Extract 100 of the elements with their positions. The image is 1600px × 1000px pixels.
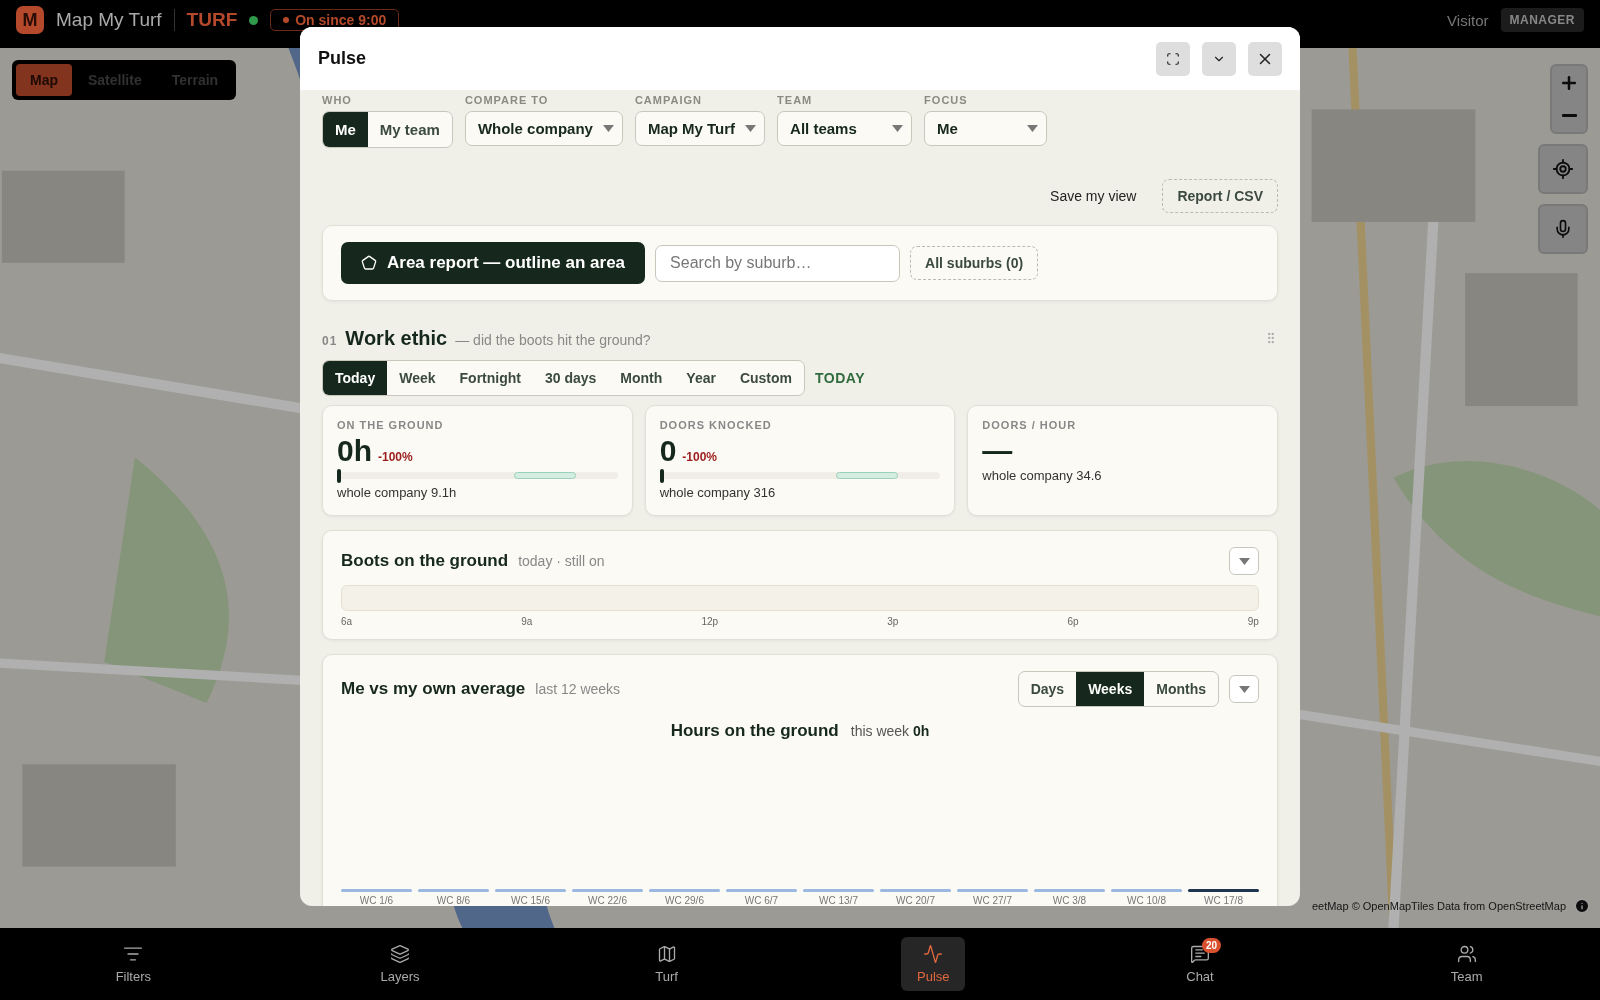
filter-select[interactable]: Me <box>924 111 1048 146</box>
save-view-link[interactable]: Save my view <box>1044 187 1143 205</box>
chart-note: this week 0h <box>850 723 930 739</box>
microphone-icon <box>1553 219 1573 239</box>
period-tab[interactable]: Days <box>1018 672 1077 706</box>
nav-tab[interactable]: 20 Chat <box>1168 937 1232 991</box>
week-label: WC 15/6 <box>510 895 551 906</box>
pentagon-icon <box>361 255 377 271</box>
time-tick: 6a <box>341 616 353 627</box>
range-tab[interactable]: Year <box>674 361 728 395</box>
filter-label: CAMPAIGN <box>634 94 703 106</box>
range-tab[interactable]: Today <box>323 361 388 395</box>
stat-value: 0 <box>659 434 677 468</box>
card-title: Boots on the ground <box>341 551 509 571</box>
dropdown-button[interactable] <box>1229 675 1259 703</box>
time-tick: 9a <box>521 616 533 627</box>
pulse-icon <box>923 944 944 964</box>
week-label: WC 10/8 <box>1126 895 1167 906</box>
layers-icon <box>390 944 410 964</box>
section-number: 01 <box>322 334 338 348</box>
stat-comparison: whole company 34.6 <box>982 468 1103 483</box>
week-label: WC 1/6 <box>358 895 395 906</box>
caret-icon <box>892 125 904 132</box>
who-option[interactable]: Me <box>323 112 368 147</box>
stat-comparison: whole company 9.1h <box>337 485 458 500</box>
dialog-title: Pulse <box>318 48 368 69</box>
time-tick: 6p <box>1067 616 1079 627</box>
map-icon <box>656 944 677 964</box>
who-option[interactable]: My team <box>367 112 452 147</box>
report-button[interactable]: Report / CSV <box>1162 179 1278 213</box>
dropdown-button[interactable] <box>1229 547 1259 575</box>
nav-tab[interactable]: Filters <box>101 937 166 991</box>
filter-label: COMPARE TO <box>464 94 550 106</box>
nav-tab[interactable]: Layers <box>368 937 432 991</box>
people-icon <box>1456 944 1477 964</box>
fullscreen-icon <box>1166 51 1180 66</box>
time-tick: 3p <box>887 616 899 627</box>
filter-select[interactable]: Whole company <box>464 111 623 146</box>
range-tab[interactable]: Month <box>608 361 675 395</box>
week-label: WC 27/7 <box>972 895 1013 906</box>
time-tick: 12p <box>701 616 719 627</box>
role-badge: MANAGER <box>1500 8 1584 32</box>
mode-label: TURF <box>186 9 238 31</box>
stat-label: DOORS / HOUR <box>982 419 1078 431</box>
period-tab[interactable]: Weeks <box>1076 672 1145 706</box>
week-label: WC 20/7 <box>895 895 936 906</box>
stat-label: ON THE GROUND <box>337 419 445 431</box>
week-label: WC 13/7 <box>818 895 859 906</box>
caret-icon <box>1238 557 1250 565</box>
stat-label: DOORS KNOCKED <box>659 419 773 431</box>
section-subtitle: — did the boots hit the ground? <box>455 332 652 348</box>
company-range-band <box>513 472 576 479</box>
count-badge: 20 <box>1202 938 1222 953</box>
close-button[interactable] <box>1248 41 1282 76</box>
range-tab[interactable]: Fortnight <box>447 361 533 395</box>
nav-tab[interactable]: Turf <box>634 937 699 991</box>
crosshair-icon <box>1552 158 1574 180</box>
nav-tab[interactable]: Pulse <box>901 937 966 991</box>
stat-change: -100% <box>378 450 413 464</box>
filter-select[interactable]: Map My Turf <box>634 111 766 146</box>
time-tick: 9p <box>1247 616 1259 627</box>
map-attribution: eetMap © OpenMapTiles Data from OpenStreetMap <box>1311 900 1566 912</box>
company-range-band <box>836 472 899 479</box>
week-label: WC 3/8 <box>1051 895 1088 906</box>
filter-label: FOCUS <box>924 94 969 106</box>
app-name: Map My Turf <box>56 9 175 31</box>
week-label: WC 29/6 <box>664 895 705 906</box>
caret-icon <box>745 125 757 132</box>
stat-value: — <box>982 434 1013 468</box>
suburbs-button[interactable]: All suburbs (0) <box>910 246 1039 280</box>
stat-value: 0h <box>337 434 372 468</box>
card-title: Me vs my own average <box>341 679 526 699</box>
stat-change: -100% <box>682 450 718 464</box>
caret-icon <box>1238 685 1250 693</box>
filter-label: WHO <box>322 94 353 106</box>
week-label: WC 22/6 <box>587 895 628 906</box>
suburb-search-field[interactable]: Search by suburb… <box>655 244 901 282</box>
app-logo: M <box>16 6 44 34</box>
range-tab[interactable]: 30 days <box>532 361 609 395</box>
nav-tab[interactable]: Team <box>1434 937 1499 991</box>
user-name: Visitor <box>1447 11 1489 29</box>
week-label: WC 17/8 <box>1203 895 1244 906</box>
card-subtitle: today · still on <box>518 553 606 569</box>
filter-label: TEAM <box>777 94 814 106</box>
fullscreen-button[interactable] <box>1156 41 1190 76</box>
range-tab[interactable]: Custom <box>727 361 805 395</box>
section-title: Work ethic <box>345 327 448 350</box>
stat-comparison: whole company 316 <box>659 485 777 500</box>
week-label: WC 8/6 <box>435 895 472 906</box>
range-label: TODAY <box>815 370 865 386</box>
caret-icon <box>602 125 614 132</box>
minus-icon <box>1561 114 1577 117</box>
range-tab[interactable]: Week <box>387 361 448 395</box>
caret-icon <box>1027 125 1039 132</box>
filter-select[interactable]: All teams <box>777 111 913 146</box>
card-subtitle: last 12 weeks <box>535 681 622 697</box>
period-tab[interactable]: Months <box>1144 672 1218 706</box>
area-report-button[interactable]: Area report — outline an area <box>341 242 646 284</box>
week-label: WC 6/7 <box>743 895 780 906</box>
chart-title: Hours on the ground <box>670 721 839 741</box>
